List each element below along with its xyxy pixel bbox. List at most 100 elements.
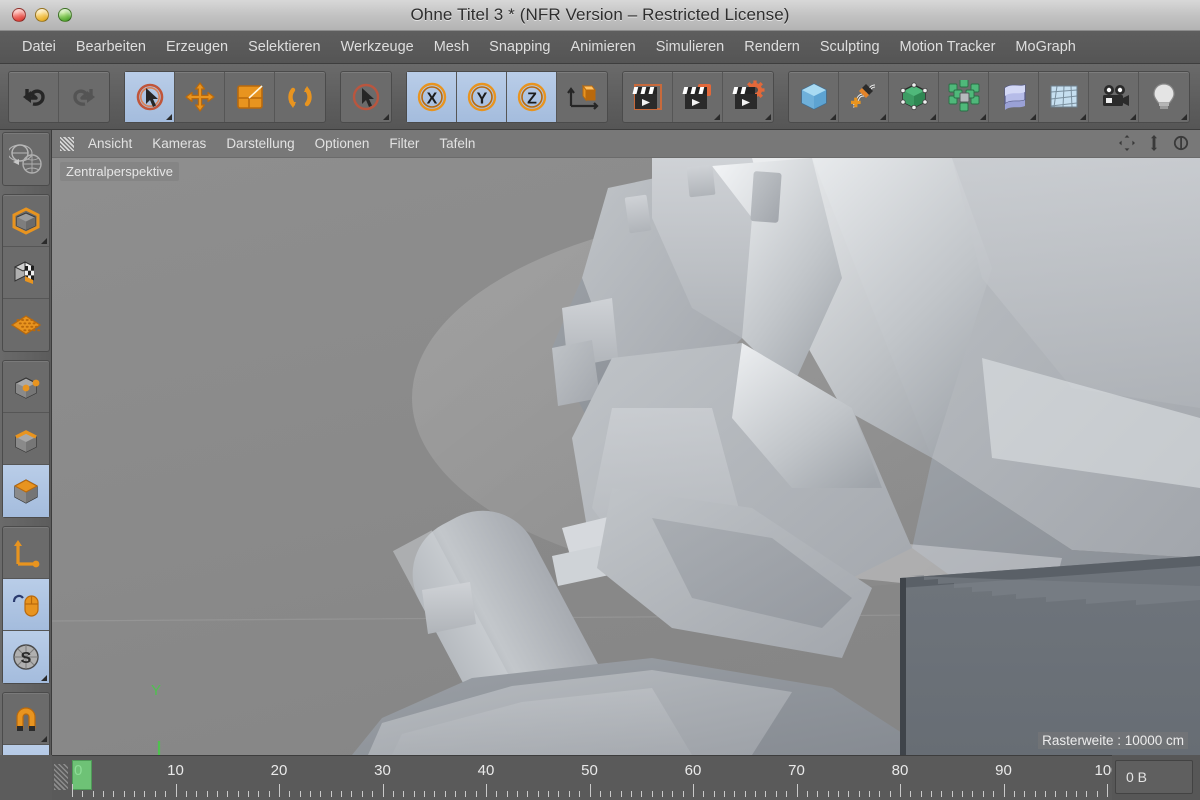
menu-item-motion-tracker[interactable]: Motion Tracker [890,36,1006,58]
polygons-mode-icon[interactable] [2,465,49,517]
minimize-button[interactable] [35,8,49,22]
camera-icon[interactable] [1089,71,1139,122]
menu-item-snapping[interactable]: Snapping [479,36,560,58]
grid-size-label: Rasterweite : 10000 cm [1038,732,1188,749]
viewport-menu-filter[interactable]: Filter [379,134,429,153]
deformer-icon[interactable] [989,71,1039,122]
timeline-minor-tick [165,791,167,797]
flyout-corner-icon[interactable] [1130,113,1136,120]
scale-icon[interactable] [225,71,275,122]
flyout-corner-icon[interactable] [765,113,771,120]
3d-scene[interactable]: Y X Z [52,158,1200,755]
timeline-track[interactable]: 0 10 20 30 40 50 60 70 80 90 100 [72,756,1112,800]
timeline-minor-tick [848,791,850,797]
workplane-mode-icon[interactable] [3,299,49,351]
timeline-minor-tick [320,791,322,797]
nurbs-icon[interactable] [889,71,939,122]
menu-item-mograph[interactable]: MoGraph [1005,36,1085,58]
flyout-corner-icon[interactable] [980,113,986,120]
timeline-major-tick [486,784,487,797]
timeline-tick-label: 20 [270,762,288,779]
timeline-minor-tick [713,791,715,797]
viewport-menu-kameras[interactable]: Kameras [142,134,216,153]
viewport-drag-handle-icon[interactable] [60,136,74,151]
timeline-major-tick [382,784,384,797]
flyout-corner-icon[interactable] [40,736,47,742]
menu-item-erzeugen[interactable]: Erzeugen [156,36,238,58]
menu-item-simulieren[interactable]: Simulieren [646,36,735,58]
timeline-minor-tick [682,791,684,797]
timeline-tick-label: 100 [1094,762,1112,779]
main-menu-bar: Datei Bearbeiten Erzeugen Selektieren Werkze… [0,31,1200,64]
pan-camera-icon[interactable] [1118,134,1136,152]
timeline-minor-tick [1034,791,1036,797]
make-editable-icon[interactable] [3,133,49,185]
live-selection-icon[interactable] [125,71,175,122]
menu-item-rendern[interactable]: Rendern [734,36,810,58]
zoom-button[interactable] [58,8,72,22]
timeline-drag-handle-icon[interactable] [54,764,68,790]
floor-grid-icon[interactable] [1039,71,1089,122]
timeline-minor-tick [734,791,736,797]
timeline-minor-tick [610,791,612,797]
svg-text:Z: Z [527,90,537,107]
menu-item-bearbeiten[interactable]: Bearbeiten [66,36,156,58]
edges-mode-icon[interactable] [2,413,49,465]
close-button[interactable] [12,8,26,22]
coordinate-system-icon[interactable] [557,72,607,122]
magnet-icon[interactable] [2,693,49,745]
flyout-corner-icon[interactable] [830,113,836,120]
dolly-camera-icon[interactable] [1146,134,1162,152]
timeline-tick-label: 60 [684,762,702,779]
timeline-minor-tick [910,791,912,797]
menu-item-sculpting[interactable]: Sculpting [810,36,890,58]
axis-x-icon[interactable]: X [407,71,457,122]
flyout-corner-icon[interactable] [383,113,389,120]
viewport-menu-optionen[interactable]: Optionen [305,134,380,153]
viewport-menu-darstellung[interactable]: Darstellung [216,134,304,153]
menu-item-mesh[interactable]: Mesh [424,36,479,58]
flyout-corner-icon[interactable] [1080,113,1086,120]
rotate-icon[interactable] [275,72,325,122]
texture-mode-icon[interactable] [2,247,49,299]
axis-y-icon[interactable]: Y [457,71,507,122]
undo-icon[interactable] [9,71,59,122]
points-mode-icon[interactable] [2,361,49,413]
flyout-corner-icon[interactable] [40,238,47,244]
axis-modify-icon[interactable] [2,527,49,579]
render-view-icon[interactable] [623,71,673,122]
flyout-corner-icon[interactable] [166,113,172,120]
menu-item-datei[interactable]: Datei [12,36,66,58]
soft-selection-icon[interactable]: S [2,631,49,683]
timeline[interactable]: 0 10 20 30 40 50 60 70 80 90 100 [52,755,1112,800]
viewport-menu-ansicht[interactable]: Ansicht [78,134,142,153]
viewport[interactable]: Ansicht Kameras Darstellung Optionen Filter T… [52,130,1200,755]
light-icon[interactable] [1139,72,1189,122]
menu-item-selektieren[interactable]: Selektieren [238,36,331,58]
timeline-major-tick [175,784,177,797]
render-settings-icon[interactable] [723,72,773,122]
menu-item-animieren[interactable]: Animieren [560,36,645,58]
move-icon[interactable] [175,71,225,122]
menu-item-werkzeuge[interactable]: Werkzeuge [331,36,424,58]
timeline-minor-tick [744,791,746,797]
cube-primitive-icon[interactable] [789,71,839,122]
flyout-corner-icon[interactable] [1030,113,1036,120]
flyout-corner-icon[interactable] [880,113,886,120]
flyout-corner-icon[interactable] [930,113,936,120]
timeline-major-tick [589,784,591,797]
timeline-minor-tick [537,791,539,797]
cursor-select-icon[interactable] [341,72,391,122]
viewport-menu-tafeln[interactable]: Tafeln [429,134,485,153]
flyout-corner-icon[interactable] [714,113,720,120]
array-icon[interactable] [939,71,989,122]
render-picture-viewer-icon[interactable] [673,71,723,122]
axis-z-icon[interactable]: Z [507,71,557,122]
spline-pen-icon[interactable] [839,71,889,122]
flyout-corner-icon[interactable] [40,675,47,681]
timeline-minor-tick [558,791,560,797]
orbit-camera-icon[interactable] [1172,134,1190,152]
object-mode-icon[interactable] [2,195,49,247]
viewport-solo-icon[interactable] [2,579,49,631]
flyout-corner-icon[interactable] [1181,113,1187,120]
